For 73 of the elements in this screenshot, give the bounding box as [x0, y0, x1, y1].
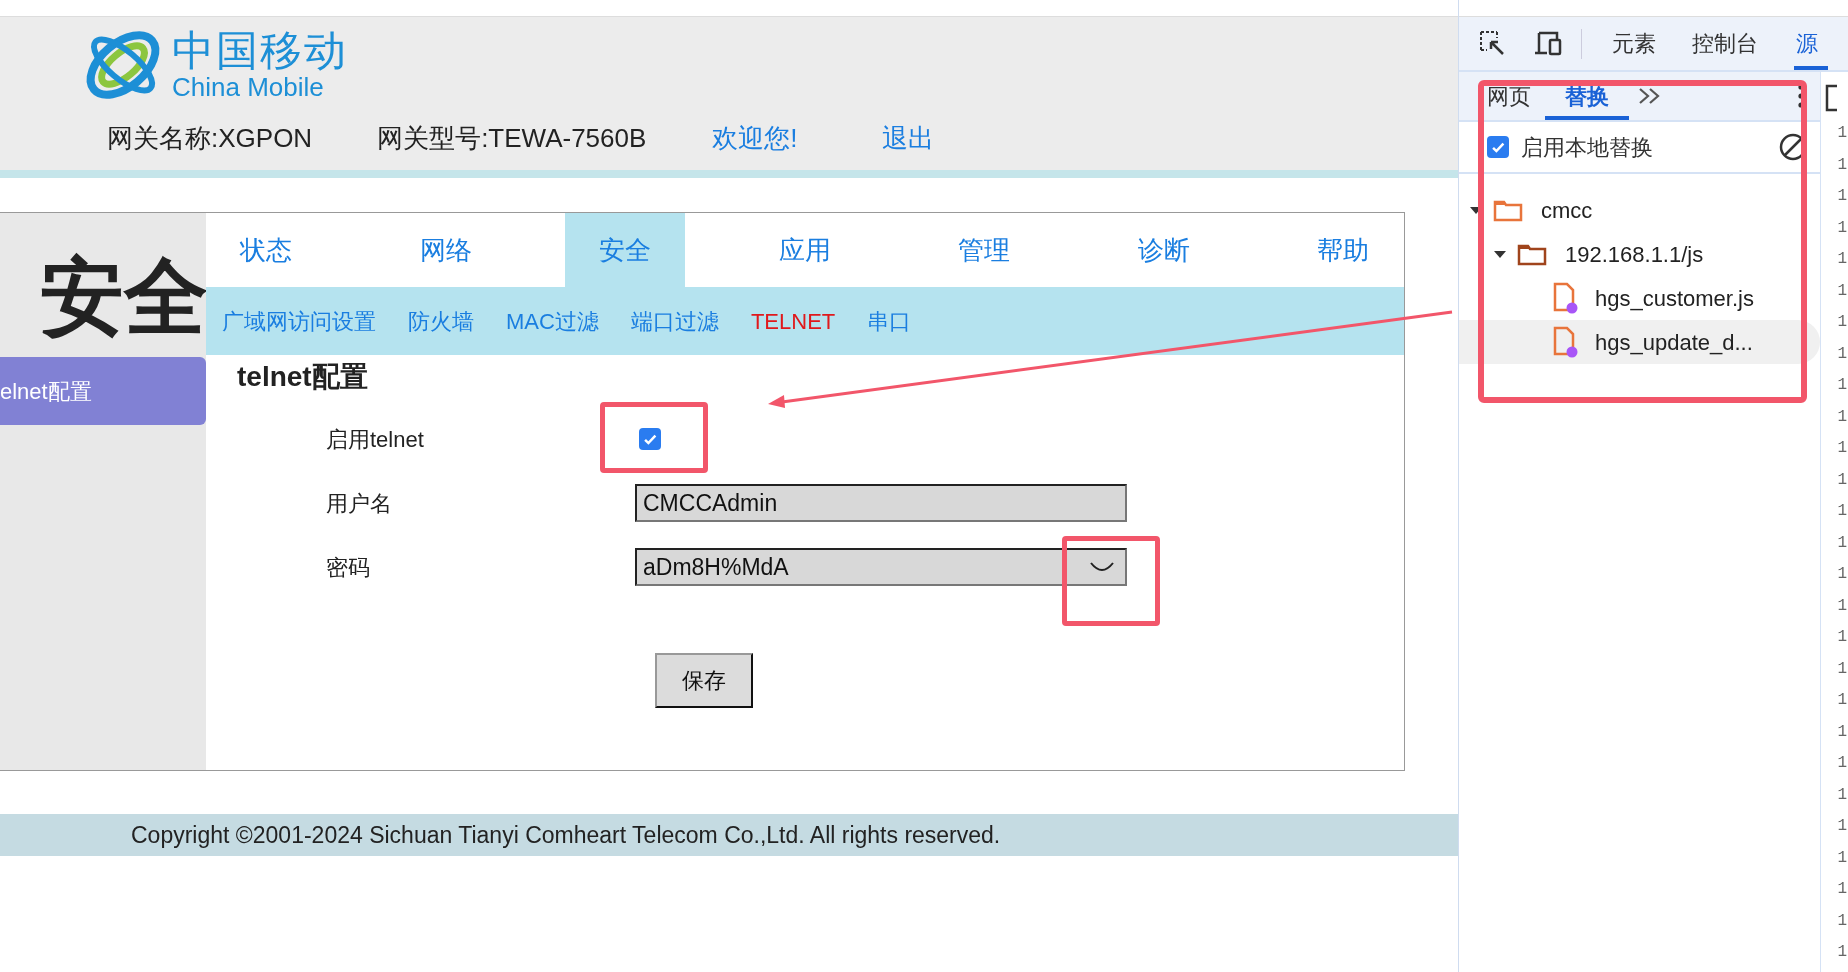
tree-label: hgs_update_d... — [1595, 328, 1753, 357]
line-number: 1 — [1837, 501, 1847, 522]
line-number: 1 — [1837, 816, 1847, 837]
username-field[interactable]: CMCCAdmin — [635, 484, 1127, 522]
copyright-text: Copyright ©2001-2024 Sichuan Tianyi Comheart Telecom Co.,Ltd. All rights reserved. — [131, 820, 1001, 850]
line-number: 1 — [1837, 658, 1847, 680]
tree-label: hgs_customer.js — [1595, 284, 1754, 313]
line-number: 1 — [1837, 406, 1847, 428]
line-number: 1 — [1837, 721, 1847, 743]
line-number: 1 — [1837, 186, 1847, 207]
line-number: 1 — [1837, 375, 1847, 396]
subnav-link[interactable]: TELNET — [750, 304, 836, 338]
subnav-link[interactable]: 广域网访问设置 — [222, 304, 376, 338]
logo-text: 中国移动 — [172, 30, 348, 72]
line-number: 1 — [1837, 942, 1847, 963]
line-number: 1 — [1837, 879, 1847, 900]
subnav-link[interactable]: 串口 — [867, 304, 912, 338]
devtools-tab[interactable]: 元素 — [1612, 17, 1656, 70]
folder-icon — [1517, 242, 1547, 266]
field-label: 用户名 — [326, 489, 393, 518]
line-number: 1 — [1837, 123, 1847, 144]
gateway-name: 网关名称:XGPON — [107, 121, 313, 155]
welcome-link[interactable]: 欢迎您! — [712, 118, 798, 158]
line-number: 1 — [1837, 627, 1847, 648]
folder-icon — [1493, 198, 1523, 222]
form-title: telnet配置 — [237, 360, 369, 394]
folder-item[interactable]: 192.168.1.1/js — [1459, 232, 1820, 276]
subnav-link[interactable]: 防火墙 — [408, 304, 474, 338]
password-field[interactable]: aDm8H%MdA — [635, 548, 1127, 586]
section-title: 安全 — [40, 255, 206, 339]
folder-item[interactable]: cmcc — [1459, 188, 1820, 232]
file-icon — [1553, 326, 1579, 358]
subnav-link[interactable]: MAC过滤 — [506, 304, 599, 338]
gateway-model: 网关型号:TEWA-7560B — [377, 121, 647, 155]
save-button[interactable]: 保存 — [655, 653, 753, 708]
nav-tab[interactable]: 安全 — [565, 213, 685, 287]
devtools-tab[interactable]: 控制台 — [1692, 17, 1758, 70]
sources-tab[interactable]: 网页 — [1477, 72, 1541, 120]
checkbox[interactable] — [1487, 136, 1509, 158]
line-number: 1 — [1837, 280, 1847, 302]
subnav-link[interactable]: 端口过滤 — [630, 304, 719, 338]
field-label: 密码 — [326, 553, 371, 582]
line-number: 1 — [1837, 217, 1847, 239]
logout-link[interactable]: 退出 — [881, 118, 934, 158]
line-number: 1 — [1837, 564, 1847, 585]
file-item[interactable]: hgs_customer.js — [1459, 276, 1820, 320]
line-number: 1 — [1837, 784, 1847, 806]
line-number: 1 — [1837, 532, 1847, 554]
line-number: 1 — [1837, 154, 1847, 176]
sidebar-item[interactable]: elnet配置 — [0, 357, 206, 425]
line-number: 1 — [1837, 595, 1847, 617]
checkbox-label: 启用本地替换 — [1521, 133, 1653, 162]
field-label: 启用telnet — [326, 425, 425, 454]
logo-subtext: China Mobile — [172, 74, 325, 100]
sources-tab[interactable]: 替换 — [1545, 72, 1629, 120]
line-number: 1 — [1837, 249, 1847, 270]
tree-label: cmcc — [1541, 196, 1593, 225]
file-item[interactable]: hgs_update_d... — [1459, 320, 1820, 364]
tree-label: 192.168.1.1/js — [1565, 240, 1704, 269]
checkbox[interactable] — [639, 428, 661, 450]
line-number: 1 — [1837, 469, 1847, 491]
eye-toggle-icon[interactable] — [1089, 561, 1115, 573]
line-number: 1 — [1837, 343, 1847, 365]
line-number: 1 — [1837, 847, 1847, 869]
line-number: 1 — [1837, 438, 1847, 459]
file-icon — [1553, 282, 1579, 314]
kebab-menu-icon[interactable] — [1798, 84, 1804, 108]
line-number: 1 — [1837, 690, 1847, 711]
device-icon[interactable] — [1533, 30, 1563, 57]
line-number: 1 — [1837, 312, 1847, 333]
line-number: 1 — [1837, 753, 1847, 774]
line-number: 1 — [1837, 910, 1847, 932]
panel-toggle-icon[interactable] — [1825, 84, 1839, 112]
